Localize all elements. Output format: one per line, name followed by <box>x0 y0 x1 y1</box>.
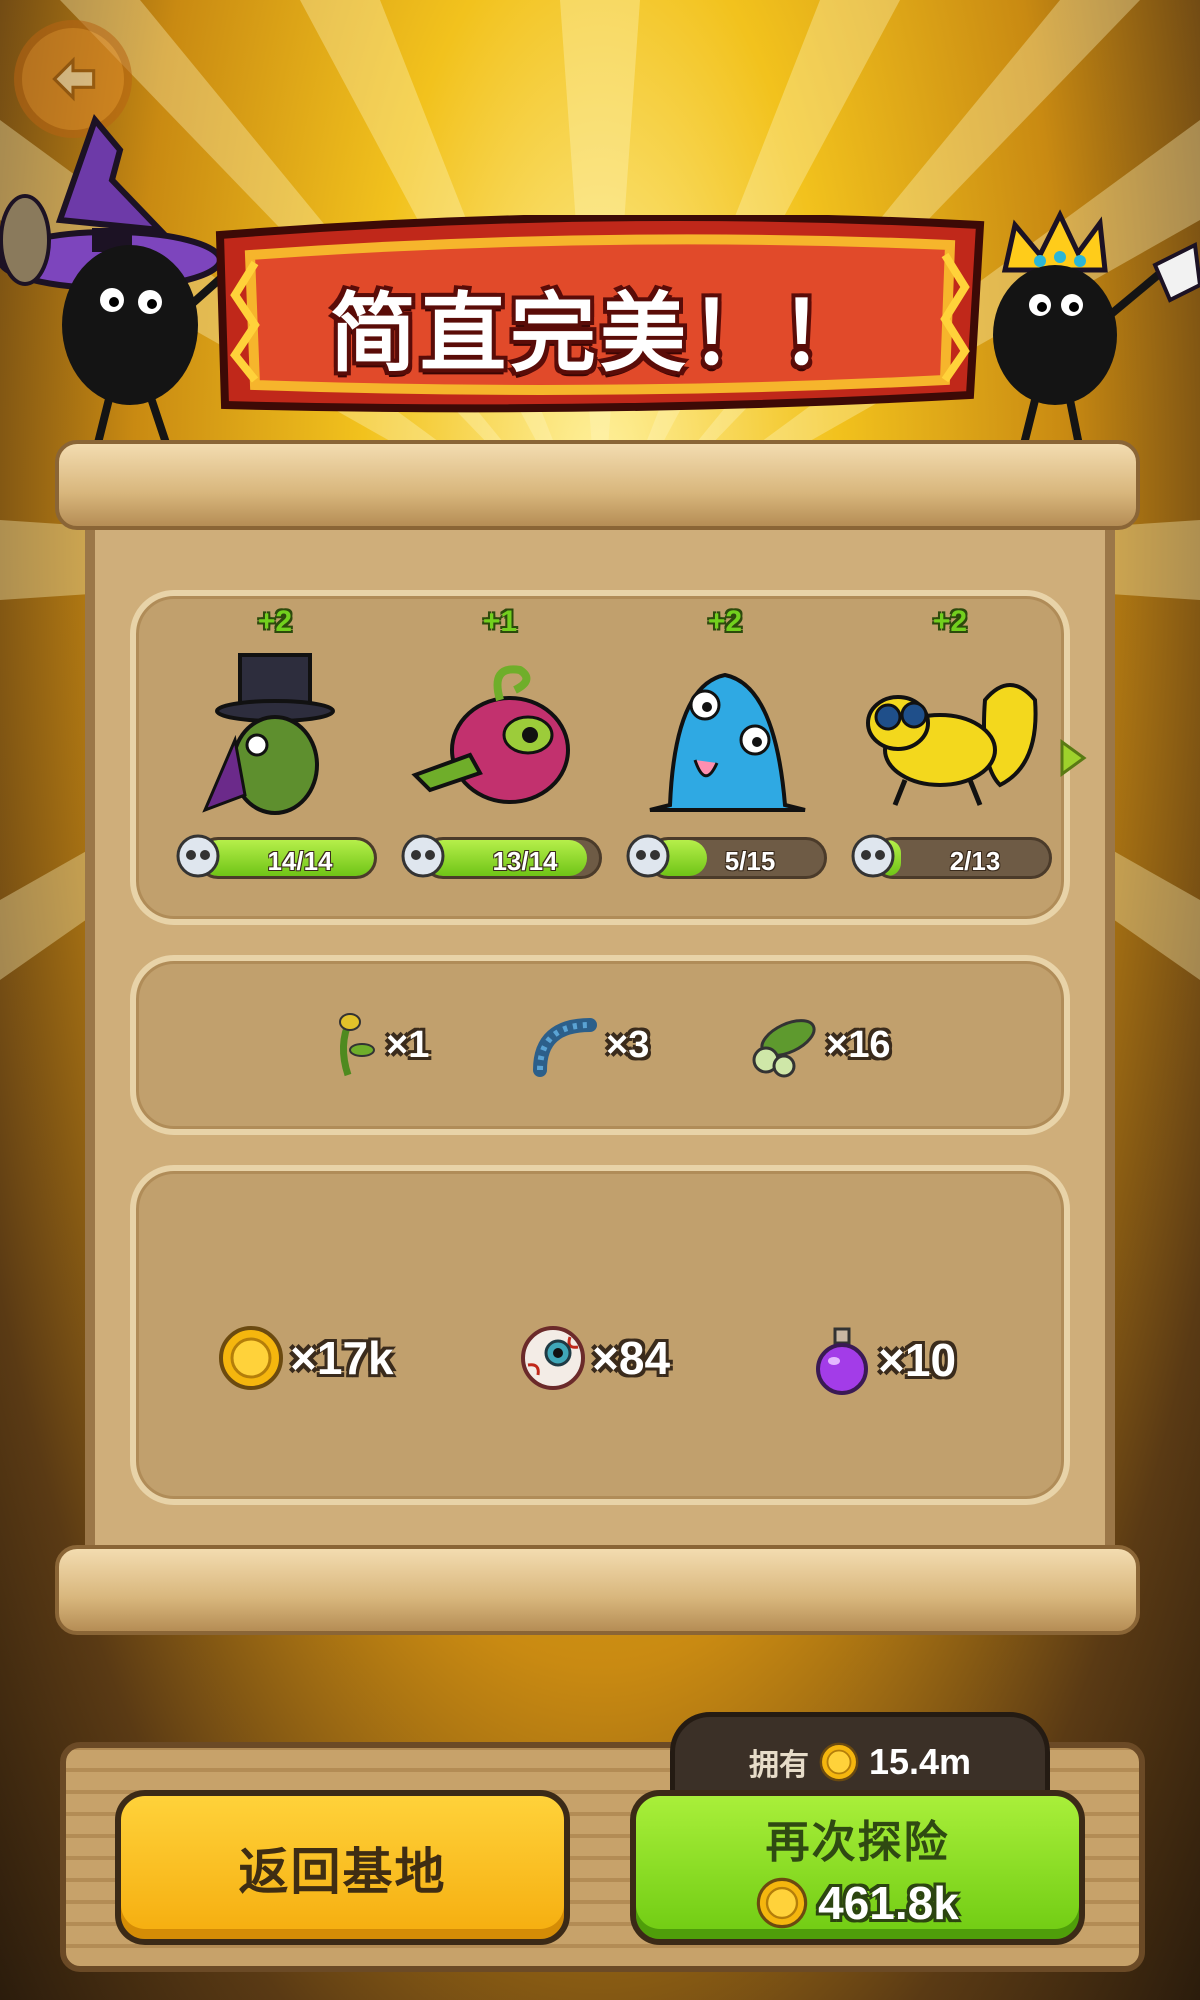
reward-item: ×84 <box>520 1325 670 1391</box>
reward-item: ×10 <box>812 1325 956 1395</box>
scroll-bottom-rod <box>55 1545 1140 1635</box>
top-hat-cactus-icon <box>202 653 335 815</box>
reward-qty: ×17k <box>290 1332 394 1384</box>
witch-critter-icon <box>0 114 233 457</box>
monster-level-gain: +2 <box>257 605 293 638</box>
monster-card[interactable]: +2 2/13 <box>850 605 1052 905</box>
next-page-arrow-icon[interactable] <box>1058 738 1088 778</box>
blue-slime-monster-icon <box>649 672 806 812</box>
xp-text: 2/13 <box>949 846 1001 876</box>
purple-potion-icon <box>816 1327 868 1395</box>
gold-coin-icon <box>756 1877 808 1928</box>
gold-coin-icon <box>219 1326 283 1390</box>
monster-card[interactable]: +1 13/14 <box>400 605 602 905</box>
material-qty: ×1 <box>386 1023 430 1066</box>
horned-skull-icon <box>626 834 670 878</box>
material-qty: ×3 <box>606 1023 650 1066</box>
explore-cost-value: 461.8k <box>818 1876 959 1929</box>
xp-text: 13/14 <box>492 846 558 876</box>
xp-text: 14/14 <box>267 846 333 876</box>
yellow-gecko-monster-icon <box>866 683 1038 806</box>
material-item: ×16 <box>748 1010 890 1080</box>
reward-qty: ×84 <box>592 1332 671 1384</box>
material-item: ×3 <box>530 1010 649 1080</box>
flower-stem-icon <box>339 1013 375 1077</box>
material-item: ×1 <box>320 1010 429 1080</box>
pink-bird-monster-icon <box>411 665 570 804</box>
owned-label: 拥有 <box>748 1749 809 1782</box>
horned-skull-icon <box>176 834 220 878</box>
return-to-base-button[interactable]: 返回基地 <box>115 1790 570 1945</box>
owned-value: 15.4m <box>868 1741 972 1782</box>
material-qty: ×16 <box>826 1023 891 1066</box>
monster-card[interactable]: +2 14/14 <box>175 605 377 905</box>
return-button-label: 返回基地 <box>238 1843 447 1900</box>
horned-skull-icon <box>401 834 445 878</box>
explore-cost: 461.8k <box>756 1876 959 1930</box>
banner-title: 简直完美！！ <box>330 286 870 382</box>
explore-again-label: 再次探险 <box>765 1817 950 1867</box>
monster-level-gain: +2 <box>932 605 968 638</box>
reward-qty: ×10 <box>878 1334 957 1386</box>
king-critter-icon <box>993 209 1200 461</box>
eyeball-icon <box>521 1326 585 1390</box>
xp-text: 5/15 <box>724 846 776 876</box>
blue-caterpillar-icon <box>533 1018 597 1077</box>
cucumber-icon <box>752 1019 816 1078</box>
monster-level-gain: +2 <box>707 605 743 638</box>
arrow-left-icon <box>52 56 96 102</box>
monster-level-gain: +1 <box>482 605 518 638</box>
gold-coin-icon <box>819 1742 859 1782</box>
monster-card[interactable]: +2 5/15 <box>625 605 827 905</box>
explore-again-button[interactable]: 再次探险 461.8k <box>630 1790 1085 1945</box>
title-banner: 简直完美！！ <box>210 215 990 415</box>
horned-skull-icon <box>851 834 895 878</box>
reward-item: ×17k <box>218 1325 394 1391</box>
scroll-top-rod <box>55 440 1140 530</box>
